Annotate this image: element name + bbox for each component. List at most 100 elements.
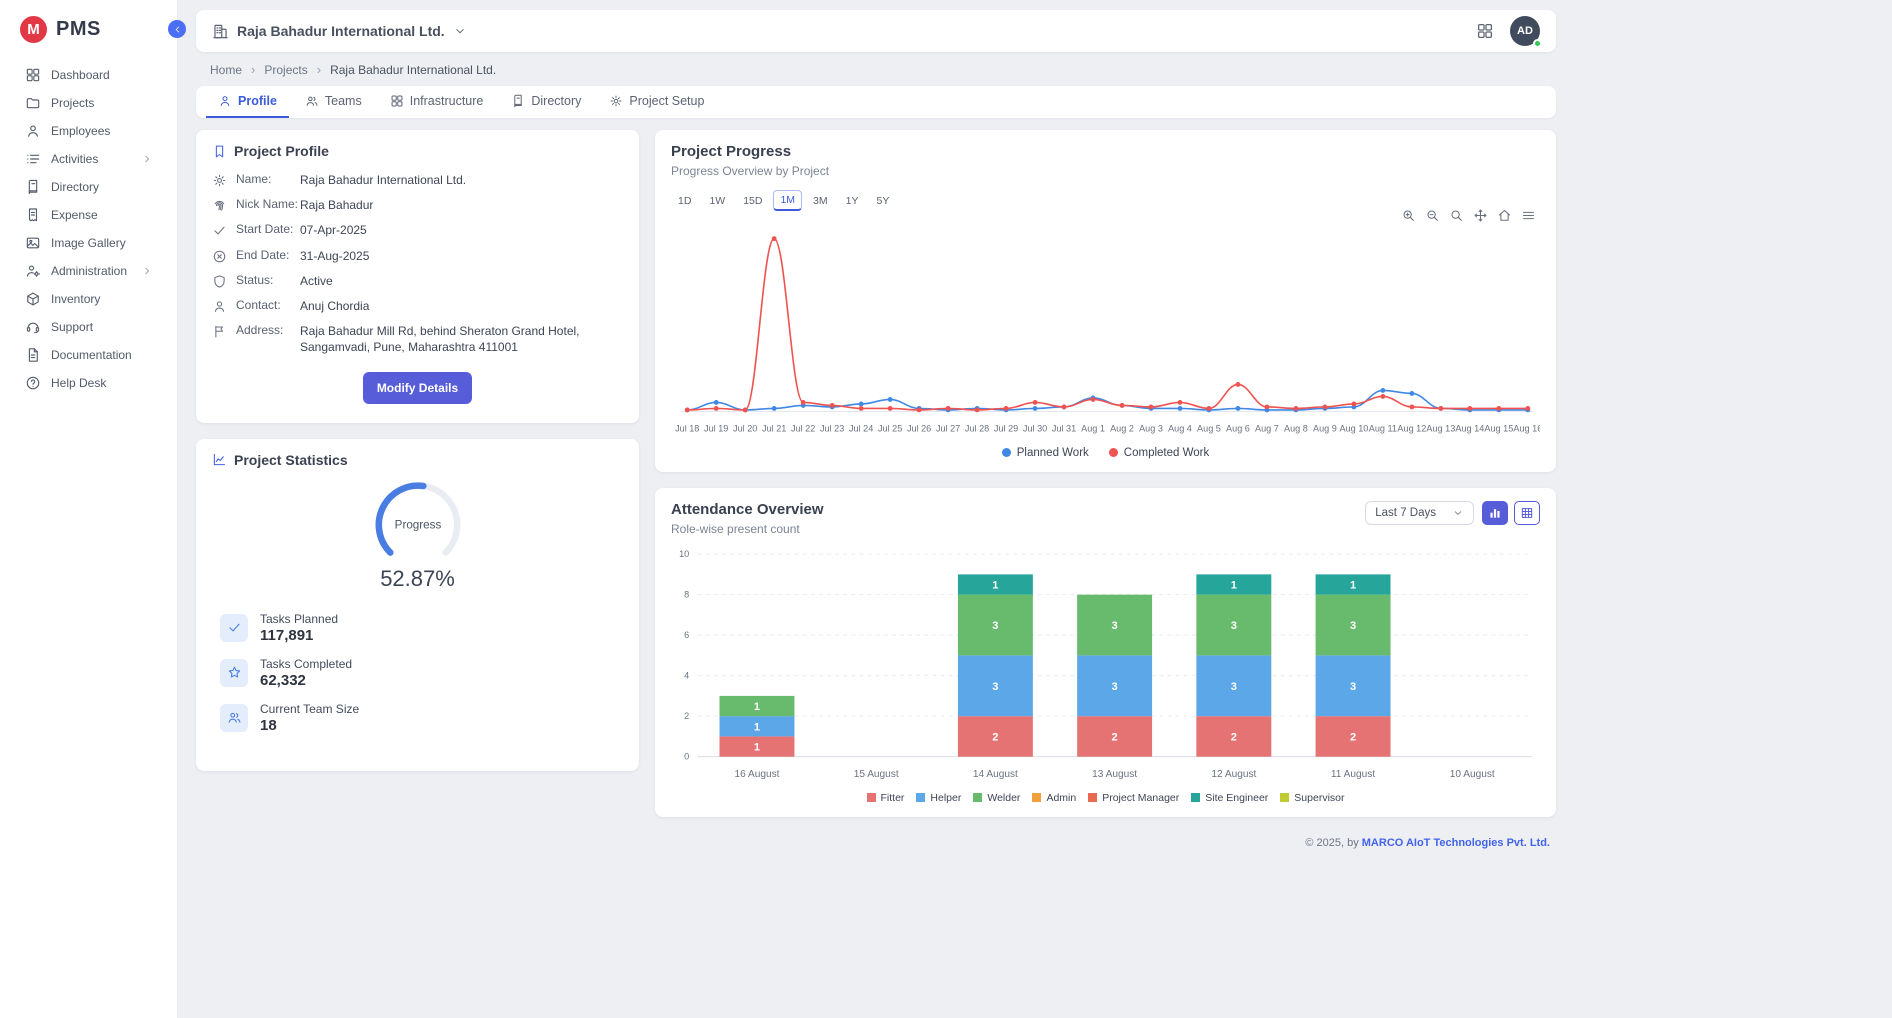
stat-value: 117,891 <box>260 627 338 644</box>
legend-marker <box>1109 448 1118 457</box>
svg-text:Aug 15: Aug 15 <box>1484 424 1513 434</box>
attendance-bar-chart: 024681016 August11115 August14 August233… <box>671 544 1540 790</box>
project-progress-card: Project Progress Progress Overview by Pr… <box>655 130 1556 472</box>
svg-text:10: 10 <box>679 549 689 559</box>
profile-field-nick-name: Nick Name:Raja Bahadur <box>212 197 623 213</box>
sidebar-item-image-gallery[interactable]: Image Gallery <box>0 229 177 257</box>
avatar[interactable]: AD <box>1510 16 1540 46</box>
svg-text:1: 1 <box>1350 579 1356 591</box>
legend-item-supervisor[interactable]: Supervisor <box>1280 792 1344 804</box>
svg-text:Jul 24: Jul 24 <box>849 424 873 434</box>
progress-percent: 52.87% <box>212 566 623 592</box>
tab-label: Profile <box>238 94 277 108</box>
progress-card-subtitle: Progress Overview by Project <box>671 164 1540 178</box>
legend-item-welder[interactable]: Welder <box>973 792 1020 804</box>
modify-details-button[interactable]: Modify Details <box>363 372 472 404</box>
menu-icon[interactable] <box>1521 208 1536 223</box>
image-gallery-icon <box>25 235 41 251</box>
range-button-3m[interactable]: 3M <box>806 190 835 211</box>
breadcrumb-item-projects[interactable]: Projects <box>264 63 307 77</box>
svg-text:Aug 12: Aug 12 <box>1397 424 1426 434</box>
top-header: Raja Bahadur International Ltd. AD <box>196 10 1556 52</box>
svg-text:0: 0 <box>684 752 689 762</box>
chevron-right-icon <box>141 153 153 165</box>
sidebar-item-label: Image Gallery <box>51 236 126 250</box>
svg-text:Aug 10: Aug 10 <box>1339 424 1368 434</box>
stat-item-current-team-size: Current Team Size18 <box>220 702 623 734</box>
legend-item-admin[interactable]: Admin <box>1032 792 1076 804</box>
online-status-dot <box>1533 39 1542 48</box>
logo: M PMS <box>0 14 177 61</box>
svg-text:4: 4 <box>684 671 689 681</box>
sidebar-item-projects[interactable]: Projects <box>0 89 177 117</box>
documentation-icon <box>25 347 41 363</box>
sidebar-item-documentation[interactable]: Documentation <box>0 341 177 369</box>
zoom-out-icon[interactable] <box>1425 208 1440 223</box>
sidebar-item-label: Support <box>51 320 93 334</box>
range-button-1w[interactable]: 1W <box>702 190 732 211</box>
days-filter-select[interactable]: Last 7 Days <box>1365 501 1474 525</box>
svg-text:1: 1 <box>754 701 760 713</box>
chart-toolbar <box>1401 208 1536 223</box>
range-button-1y[interactable]: 1Y <box>839 190 866 211</box>
breadcrumb-item-home[interactable]: Home <box>210 63 242 77</box>
range-button-1m[interactable]: 1M <box>773 190 802 211</box>
sidebar-item-support[interactable]: Support <box>0 313 177 341</box>
table-view-toggle-button[interactable] <box>1514 501 1540 525</box>
svg-text:3: 3 <box>1112 620 1118 632</box>
footer: © 2025, by MARCO AIoT Technologies Pvt. … <box>655 833 1556 849</box>
support-icon <box>25 319 41 335</box>
svg-text:2: 2 <box>1231 731 1237 743</box>
zoom-select-icon[interactable] <box>1449 208 1464 223</box>
svg-text:12 August: 12 August <box>1211 769 1256 780</box>
fingerprint-icon <box>212 198 227 213</box>
zoom-in-icon[interactable] <box>1401 208 1416 223</box>
company-name: Raja Bahadur International Ltd. <box>237 23 445 39</box>
team-icon <box>220 704 248 732</box>
svg-text:2: 2 <box>684 711 689 721</box>
sidebar-item-employees[interactable]: Employees <box>0 117 177 145</box>
svg-text:Aug 8: Aug 8 <box>1284 424 1308 434</box>
profile-field-address: Address:Raja Bahadur Mill Rd, behind She… <box>212 323 623 355</box>
sidebar-item-dashboard[interactable]: Dashboard <box>0 61 177 89</box>
legend-item-site-engineer[interactable]: Site Engineer <box>1191 792 1268 804</box>
tab-directory[interactable]: Directory <box>499 86 593 118</box>
attendance-legend: Fitter Helper Welder Admin Project Manager Si… <box>671 792 1540 804</box>
sidebar-collapse-button[interactable] <box>168 20 186 38</box>
tab-teams[interactable]: Teams <box>293 86 374 118</box>
gear-icon <box>212 173 227 188</box>
range-button-15d[interactable]: 15D <box>736 190 769 211</box>
legend-item-project-manager[interactable]: Project Manager <box>1088 792 1179 804</box>
sidebar-item-administration[interactable]: Administration <box>0 257 177 285</box>
legend-item-completed-work[interactable]: Completed Work <box>1109 447 1209 459</box>
field-label: End Date: <box>236 248 298 262</box>
legend-item-planned-work[interactable]: Planned Work <box>1002 447 1089 459</box>
legend-marker <box>1088 793 1097 802</box>
apps-grid-icon[interactable] <box>1476 22 1494 40</box>
svg-text:Aug 5: Aug 5 <box>1197 424 1221 434</box>
tab-infrastructure[interactable]: Infrastructure <box>378 86 496 118</box>
inventory-icon <box>25 291 41 307</box>
sidebar-item-activities[interactable]: Activities <box>0 145 177 173</box>
legend-item-fitter[interactable]: Fitter <box>867 792 905 804</box>
legend-item-helper[interactable]: Helper <box>916 792 961 804</box>
stat-item-tasks-planned: Tasks Planned117,891 <box>220 612 623 644</box>
attendance-card-title: Attendance Overview <box>671 501 824 518</box>
sidebar-item-directory[interactable]: Directory <box>0 173 177 201</box>
legend-label: Project Manager <box>1102 792 1179 804</box>
bar-view-toggle-button[interactable] <box>1482 501 1508 525</box>
range-button-1d[interactable]: 1D <box>671 190 698 211</box>
company-selector[interactable]: Raja Bahadur International Ltd. <box>212 23 467 40</box>
svg-text:Jul 28: Jul 28 <box>965 424 989 434</box>
footer-company-link[interactable]: MARCO AIoT Technologies Pvt. Ltd. <box>1362 837 1550 849</box>
pan-icon[interactable] <box>1473 208 1488 223</box>
sidebar-item-expense[interactable]: Expense <box>0 201 177 229</box>
sidebar-item-inventory[interactable]: Inventory <box>0 285 177 313</box>
tab-profile[interactable]: Profile <box>206 86 289 118</box>
home-icon[interactable] <box>1497 208 1512 223</box>
range-button-5y[interactable]: 5Y <box>869 190 896 211</box>
chevron-down-icon <box>453 24 467 38</box>
tab-project-setup[interactable]: Project Setup <box>597 86 716 118</box>
field-label: Address: <box>236 323 298 337</box>
sidebar-item-help-desk[interactable]: Help Desk <box>0 369 177 397</box>
